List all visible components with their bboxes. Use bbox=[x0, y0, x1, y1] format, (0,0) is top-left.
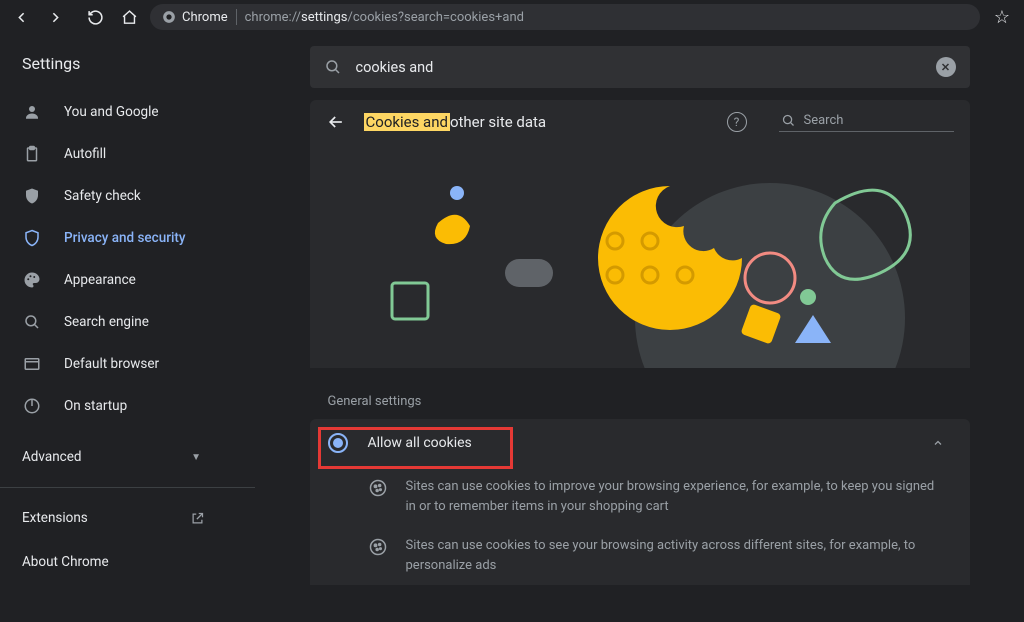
search-icon bbox=[22, 312, 42, 332]
chevron-down-icon: ▼ bbox=[191, 452, 201, 463]
section-label: General settings bbox=[310, 368, 970, 419]
sidebar-item-label: Privacy and security bbox=[64, 230, 186, 246]
browser-toolbar: Chrome chrome://settings/cookies?search=… bbox=[0, 0, 1024, 34]
chrome-logo-icon bbox=[162, 10, 176, 24]
reload-button[interactable] bbox=[82, 4, 108, 30]
page-header: Cookies and other site data ? Search bbox=[310, 100, 970, 143]
sidebar-item-safety-check[interactable]: Safety check bbox=[0, 175, 241, 217]
palette-icon bbox=[22, 270, 42, 290]
clear-search-button[interactable]: ✕ bbox=[936, 57, 956, 77]
cookie-icon bbox=[368, 478, 388, 498]
sidebar-item-label: Autofill bbox=[64, 146, 106, 162]
shield-check-icon bbox=[22, 186, 42, 206]
clipboard-icon bbox=[22, 144, 42, 164]
search-icon bbox=[324, 58, 342, 76]
sidebar-about-chrome[interactable]: About Chrome bbox=[0, 540, 255, 584]
sidebar-item-on-startup[interactable]: On startup bbox=[0, 385, 241, 427]
sidebar-item-search-engine[interactable]: Search engine bbox=[0, 301, 241, 343]
search-icon bbox=[781, 113, 796, 128]
option-description: Sites can use cookies to improve your br… bbox=[310, 467, 970, 526]
chevron-up-icon[interactable] bbox=[932, 437, 944, 449]
option-label: Allow all cookies bbox=[368, 435, 472, 451]
cookie-icon bbox=[368, 537, 388, 557]
home-button[interactable] bbox=[116, 4, 142, 30]
option-description: Sites can use cookies to see your browsi… bbox=[310, 526, 970, 585]
sidebar-item-label: You and Google bbox=[64, 104, 159, 120]
radio-selected-icon[interactable] bbox=[328, 433, 348, 453]
forward-button[interactable] bbox=[42, 4, 68, 30]
sidebar-item-label: Safety check bbox=[64, 188, 141, 204]
sidebar-item-label: Search engine bbox=[64, 314, 149, 330]
page-back-button[interactable] bbox=[326, 112, 346, 132]
page-search-field[interactable]: Search bbox=[779, 111, 954, 132]
sidebar-item-appearance[interactable]: Appearance bbox=[0, 259, 241, 301]
sidebar-item-label: Appearance bbox=[64, 272, 136, 288]
person-icon bbox=[22, 102, 42, 122]
sidebar-item-privacy-security[interactable]: Privacy and security bbox=[0, 217, 241, 259]
option-card: Allow all cookies Sites can use cookies … bbox=[310, 419, 970, 585]
omnibox-divider bbox=[236, 9, 237, 25]
option-allow-all-cookies[interactable]: Allow all cookies bbox=[310, 419, 970, 467]
shield-icon bbox=[22, 228, 42, 248]
sidebar-item-default-browser[interactable]: Default browser bbox=[0, 343, 241, 385]
sidebar: Settings You and Google Autofill Safety … bbox=[0, 34, 255, 622]
sidebar-item-you-and-google[interactable]: You and Google bbox=[0, 91, 241, 133]
secure-label: Chrome bbox=[182, 10, 228, 25]
help-button[interactable]: ? bbox=[727, 112, 747, 132]
sidebar-extensions[interactable]: Extensions bbox=[0, 496, 255, 540]
settings-search-bar[interactable]: ✕ bbox=[310, 46, 970, 88]
content-area: ✕ Cookies and other site data ? Search bbox=[255, 34, 1024, 622]
sidebar-item-label: On startup bbox=[64, 398, 127, 414]
external-link-icon bbox=[190, 511, 205, 526]
sidebar-item-label: Default browser bbox=[64, 356, 159, 372]
back-button[interactable] bbox=[8, 4, 34, 30]
advanced-toggle[interactable]: Advanced ▼ bbox=[0, 435, 255, 479]
power-icon bbox=[22, 396, 42, 416]
settings-title: Settings bbox=[0, 46, 255, 91]
settings-search-input[interactable] bbox=[356, 59, 922, 76]
bookmark-star-icon[interactable]: ☆ bbox=[988, 7, 1016, 28]
cookies-illustration bbox=[310, 143, 970, 368]
omnibox[interactable]: Chrome chrome://settings/cookies?search=… bbox=[150, 4, 980, 30]
browser-icon bbox=[22, 354, 42, 374]
sidebar-item-autofill[interactable]: Autofill bbox=[0, 133, 241, 175]
breadcrumb: Cookies and other site data bbox=[364, 113, 547, 131]
omnibox-url: chrome://settings/cookies?search=cookies… bbox=[245, 10, 524, 25]
